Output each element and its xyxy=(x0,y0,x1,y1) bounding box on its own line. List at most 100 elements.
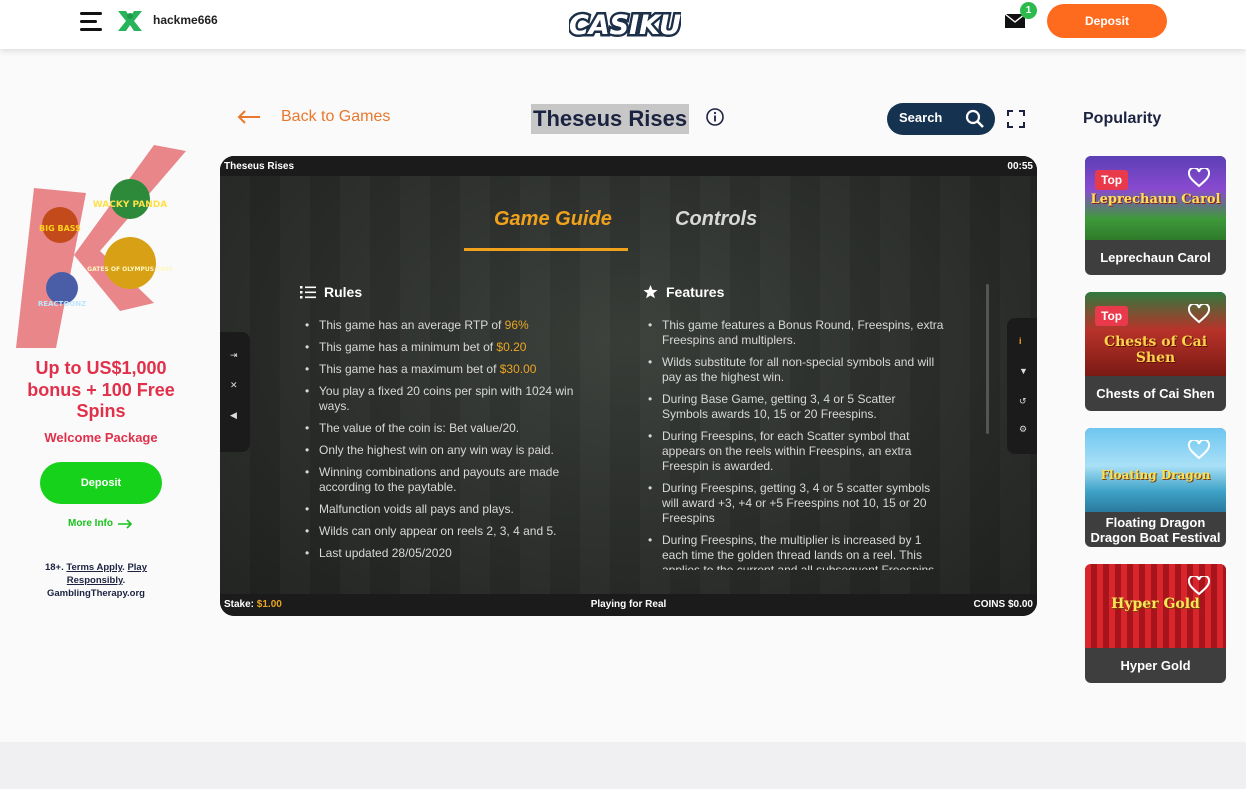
list-item: This game has a maximum bet of $30.00 xyxy=(301,362,591,377)
disclaimer-age: 18+. xyxy=(44,562,67,573)
list-item: During Freespins, the multiplier is incr… xyxy=(644,533,944,570)
rule-text: Winning combinations and payouts are mad… xyxy=(319,465,560,494)
game-card-title: Leprechaun Carol xyxy=(1100,250,1211,265)
list-item: This game has an average RTP of 96% xyxy=(301,318,591,333)
promo-deposit-button[interactable]: Deposit xyxy=(40,462,162,504)
footer xyxy=(0,742,1246,789)
history-icon[interactable]: ↺ xyxy=(1019,396,1027,407)
features-list[interactable]: This game features a Bonus Round, Freesp… xyxy=(644,318,944,570)
tab-game-guide[interactable]: Game Guide xyxy=(494,208,612,231)
rule-text: Malfunction voids all pays and plays. xyxy=(319,502,514,516)
svg-text:GATES OF OLYMPUS 1000: GATES OF OLYMPUS 1000 xyxy=(87,266,173,273)
list-item: During Freespins, for each Scatter symbo… xyxy=(644,429,944,474)
game-card-hyper-gold[interactable]: Hyper Gold Hyper Gold xyxy=(1085,564,1226,683)
arrow-left-icon xyxy=(237,110,260,124)
responsible-gambling-note: 18+. Terms Apply. Play Responsibly. Gamb… xyxy=(30,561,162,600)
rule-value: $0.20 xyxy=(496,340,527,354)
thumbnail-art-text: Floating Dragon xyxy=(1100,468,1211,482)
notification-badge: 1 xyxy=(1020,2,1037,19)
features-scrollbar[interactable] xyxy=(986,284,989,434)
close-icon[interactable]: ✕ xyxy=(230,380,238,391)
game-bottombar: Stake: $1.00 Playing for Real COINS $0.0… xyxy=(220,594,1037,616)
list-item: Malfunction voids all pays and plays. xyxy=(301,502,591,517)
thumbnail-art-text: Hyper Gold xyxy=(1111,596,1200,612)
fullscreen-icon[interactable] xyxy=(1007,110,1025,128)
rule-text: Last updated 28/05/2020 xyxy=(319,546,452,560)
rule-text: The value of the coin is: Bet value/20. xyxy=(319,421,520,435)
features-heading-label: Features xyxy=(666,284,725,300)
sound-icon[interactable]: ◀ xyxy=(230,410,237,421)
list-item: Winning combinations and payouts are mad… xyxy=(301,465,591,495)
search-button[interactable]: Search xyxy=(887,103,995,135)
game-card-floating-dragon[interactable]: Floating Dragon Floating Dragon Dragon B… xyxy=(1085,428,1226,547)
settings-icon[interactable]: ⚙ xyxy=(1019,424,1027,435)
favorite-heart-icon[interactable] xyxy=(1188,168,1210,188)
rules-heading-label: Rules xyxy=(324,284,363,300)
info-icon[interactable] xyxy=(705,107,725,127)
username[interactable]: hackme666 xyxy=(153,13,218,27)
frame-game-name: Theseus Rises xyxy=(224,161,295,172)
favorite-heart-icon[interactable] xyxy=(1188,576,1210,596)
rule-text: This game has a maximum bet of xyxy=(319,362,500,376)
casiku-logo[interactable]: CASIKU CASIKU xyxy=(569,2,681,46)
exit-icon[interactable]: ⇥ xyxy=(230,350,238,361)
game-title: Theseus Rises xyxy=(531,104,690,134)
back-to-games-link[interactable]: Back to Games xyxy=(237,108,390,126)
search-label: Search xyxy=(899,110,943,125)
rule-value: 96% xyxy=(504,318,529,332)
back-label: Back to Games xyxy=(281,108,391,125)
list-item: Wilds substitute for all non-special sym… xyxy=(644,355,944,385)
rule-text: This game has a minimum bet of xyxy=(319,340,497,354)
thumbnail-art-text: Chests of Cai Shen xyxy=(1103,334,1208,366)
svg-text:REACTOONZ: REACTOONZ xyxy=(38,300,86,308)
game-card-leprechaun-carol[interactable]: Leprechaun Carol Top Leprechaun Carol xyxy=(1085,156,1226,275)
game-card-chests-of-cai-shen[interactable]: Chests of Cai Shen Top Chests of Cai She… xyxy=(1085,292,1226,411)
list-icon xyxy=(300,286,316,299)
more-info-link[interactable]: More Info xyxy=(68,518,133,529)
thumbnail-art-text: Leprechaun Carol xyxy=(1090,192,1221,207)
list-item: This game has a minimum bet of $0.20 xyxy=(301,340,591,355)
game-frame[interactable]: Theseus Rises 00:55 Game Guide Controls … xyxy=(220,156,1037,616)
deposit-button[interactable]: Deposit xyxy=(1047,4,1167,38)
terms-link[interactable]: Terms Apply xyxy=(66,562,122,573)
game-left-toolbar: ⇥ ✕ ◀ xyxy=(220,332,250,452)
list-item: Last updated 28/05/2020 xyxy=(301,546,591,561)
star-icon xyxy=(643,285,658,299)
rule-text: You play a fixed 20 coins per spin with … xyxy=(319,384,574,413)
list-item: Wilds can only appear on reels 2, 3, 4 a… xyxy=(301,524,591,539)
rules-heading: Rules xyxy=(300,284,362,300)
rule-value: $30.00 xyxy=(499,362,537,376)
active-tab-indicator xyxy=(464,248,628,251)
list-item: During Base Game, getting 3, 4 or 5 Scat… xyxy=(644,392,944,422)
user-avatar-icon[interactable] xyxy=(117,8,143,34)
top-badge: Top xyxy=(1095,170,1129,190)
list-item: The value of the coin is: Bet value/20. xyxy=(301,421,591,436)
play-mode: Playing for Real xyxy=(590,599,667,610)
arrow-right-icon xyxy=(118,518,133,529)
game-clock: 00:55 xyxy=(1007,161,1033,172)
list-item: You play a fixed 20 coins per spin with … xyxy=(301,384,591,414)
svg-text:BIG BASS: BIG BASS xyxy=(39,224,81,233)
promo-subtitle: Welcome Package xyxy=(44,430,158,445)
top-badge: Top xyxy=(1095,306,1129,326)
menu-icon[interactable] xyxy=(80,12,102,32)
coins-label: COINS xyxy=(973,599,1006,610)
list-item: This game features a Bonus Round, Freesp… xyxy=(644,318,944,348)
coins-value: $0.00 xyxy=(1007,599,1033,610)
more-info-label: More Info xyxy=(68,518,113,529)
list-item: During Freespins, getting 3, 4 or 5 scat… xyxy=(644,481,944,526)
favorite-heart-icon[interactable] xyxy=(1188,440,1210,460)
features-heading: Features xyxy=(643,284,724,300)
svg-text:CASIKU: CASIKU xyxy=(569,10,681,41)
trophy-icon[interactable]: ▼ xyxy=(1019,366,1028,376)
game-right-toolbar: i ▼ ↺ ⚙ xyxy=(1007,318,1037,454)
promo-banner-image[interactable]: BIG BASS WACKY PANDA GATES OF OLYMPUS 10… xyxy=(14,143,190,353)
game-topbar: Theseus Rises 00:55 xyxy=(220,156,1037,176)
info-icon[interactable]: i xyxy=(1019,336,1022,346)
top-bar: hackme666 CASIKU CASIKU 1 Deposit xyxy=(0,0,1246,49)
favorite-heart-icon[interactable] xyxy=(1188,304,1210,324)
list-item: Only the highest win on any win way is p… xyxy=(301,443,591,458)
tab-controls[interactable]: Controls xyxy=(675,208,757,231)
search-icon xyxy=(965,109,984,128)
rule-text: Only the highest win on any win way is p… xyxy=(319,443,554,457)
